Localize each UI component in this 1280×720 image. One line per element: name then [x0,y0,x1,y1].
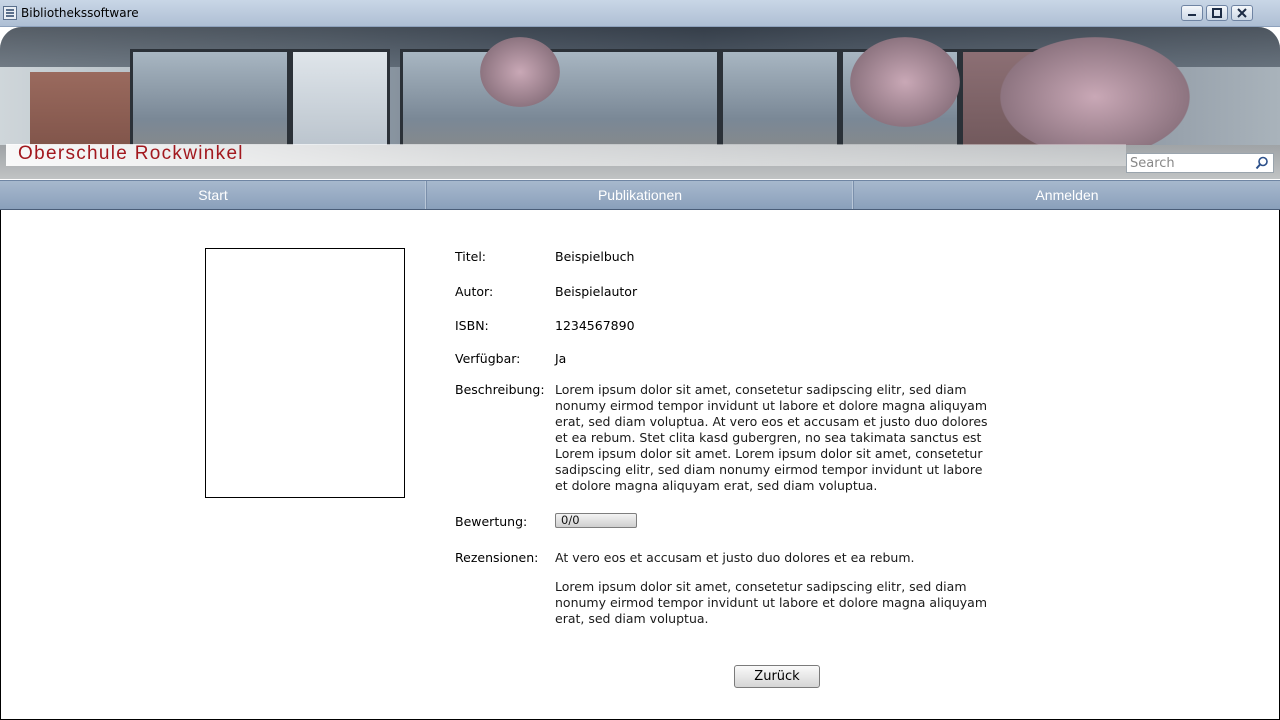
main-nav: Start Publikationen Anmelden [0,180,1280,210]
school-name: Oberschule Rockwinkel [18,143,244,164]
rating-widget[interactable]: 0/0 [555,513,637,528]
description-text: Lorem ipsum dolor sit amet, consetetur s… [555,382,988,493]
nav-item-start[interactable]: Start [0,181,427,209]
author-value: Beispielautor [555,284,638,299]
header-banner: Oberschule Rockwinkel [0,27,1280,179]
author-label: Autor: [455,284,494,299]
review-item: Lorem ipsum dolor sit amet, consetetur s… [555,579,988,626]
close-icon[interactable] [1231,5,1253,21]
isbn-label: ISBN: [455,318,489,333]
reviews-label: Rezensionen: [455,550,539,565]
minimize-icon[interactable] [1181,5,1203,21]
isbn-value: 1234567890 [555,318,635,333]
title-label: Titel: [455,249,486,264]
nav-item-publikationen[interactable]: Publikationen [427,181,854,209]
back-button[interactable]: Zurück [734,665,820,688]
nav-item-anmelden[interactable]: Anmelden [854,181,1280,209]
app-icon [3,6,17,20]
availability-value: Ja [555,351,567,366]
rating-label: Bewertung: [455,514,528,529]
maximize-icon[interactable] [1206,5,1228,21]
window-titlebar[interactable]: Bibliothekssoftware [0,0,1280,27]
search-field[interactable] [1126,153,1274,173]
review-item: At vero eos et accusam et justo duo dolo… [555,550,915,565]
title-value: Beispielbuch [555,249,635,264]
search-icon[interactable] [1255,156,1269,170]
book-cover-image [205,248,405,498]
availability-label: Verfügbar: [455,351,521,366]
search-input[interactable] [1130,155,1250,171]
description-label: Beschreibung: [455,382,545,397]
window-title: Bibliothekssoftware [21,6,139,20]
